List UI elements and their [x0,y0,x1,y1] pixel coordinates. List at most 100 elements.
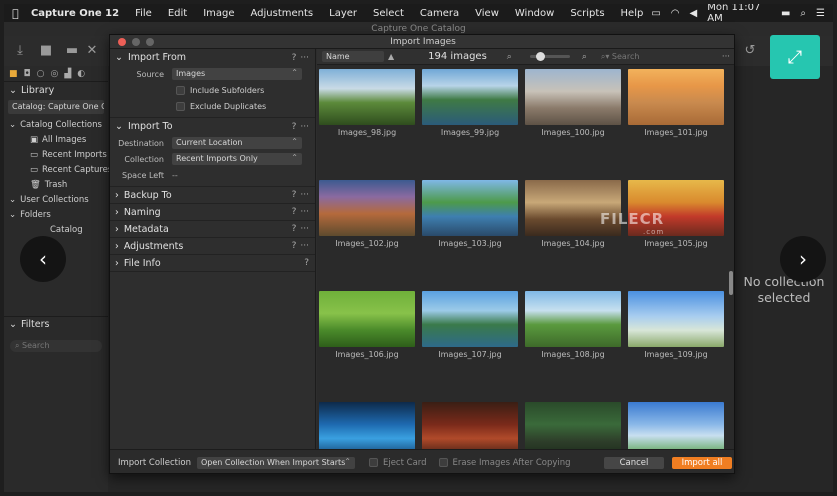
catalog-selector[interactable]: Catalog: Capture One Cat [8,100,104,114]
import-to-header[interactable]: ⌄ Import To ? ··· [110,118,315,135]
more-icon[interactable]: ··· [300,53,309,63]
fullscreen-button[interactable]: ⤢ [770,35,820,79]
help-icon[interactable]: ? [292,241,297,251]
import-all-button[interactable]: Import all [672,457,732,469]
import-collection-select[interactable]: Open Collection When Import Starts [196,456,355,469]
sidebar-item-all-images[interactable]: ▣ All Images [4,132,108,147]
lens-tab-icon[interactable]: ◐ [77,69,85,79]
checkbox-box[interactable] [176,85,185,95]
close-x-icon[interactable]: ✕ [84,43,100,59]
minimize-window-button[interactable] [132,38,140,46]
browser-search-input[interactable]: ⌕▾ Search [601,52,640,62]
more-icon[interactable]: ··· [722,52,730,62]
more-icon[interactable]: ··· [300,224,309,234]
close-window-button[interactable] [118,38,126,46]
help-icon[interactable]: ? [292,122,297,132]
spotlight-icon[interactable]: ⌕ [800,8,806,19]
collection-select[interactable]: Recent Imports Only [172,153,302,165]
previous-arrow-button[interactable]: ‹ [20,236,66,282]
display-icon[interactable]: ▭ [651,8,660,19]
help-icon[interactable]: ? [304,258,309,268]
eject-card-checkbox[interactable] [368,458,378,467]
library-header[interactable]: ⌄ Library [4,82,108,98]
exposure-tab-icon[interactable]: ▟ [64,69,71,79]
folder-tab-icon[interactable]: ■ [9,69,18,79]
image-thumbnail[interactable] [422,180,518,236]
help-icon[interactable]: ? [292,207,297,217]
speaker-icon[interactable]: ◀ [690,8,698,19]
image-thumbnail[interactable] [319,69,415,125]
image-thumbnail[interactable] [525,69,621,125]
image-thumbnail[interactable] [422,402,518,449]
menu-adjustments[interactable]: Adjustments [243,8,322,19]
circle-tab-icon[interactable]: ○ [37,69,45,79]
help-icon[interactable]: ? [292,190,297,200]
menu-scripts[interactable]: Scripts [562,8,612,19]
image-thumbnail[interactable] [319,291,415,347]
next-arrow-button[interactable]: › [780,236,826,282]
more-icon[interactable]: ··· [300,207,309,217]
menu-view[interactable]: View [467,8,507,19]
search-icon[interactable]: ⌕ [507,52,512,62]
image-thumbnail[interactable] [628,402,724,449]
folders-header[interactable]: ⌄ Folders [4,207,108,222]
image-thumbnail[interactable] [422,291,518,347]
menu-app-name[interactable]: Capture One 12 [27,8,127,19]
sort-direction-icon[interactable]: ▲ [388,52,394,61]
file-info-header[interactable]: › File Info ? [110,255,315,272]
source-select[interactable]: Images [172,68,302,80]
image-thumbnail[interactable] [319,402,415,449]
more-icon[interactable]: ··· [300,241,309,251]
help-icon[interactable]: ? [292,53,297,63]
image-thumbnail[interactable] [422,69,518,125]
camera-tab-icon[interactable]: ◘ [24,69,31,79]
menu-edit[interactable]: Edit [160,8,195,19]
import-from-header[interactable]: ⌄ Import From ? ··· [110,49,315,66]
import-icon[interactable]: ⤓ [12,43,28,59]
checkbox-box[interactable] [176,101,185,111]
search-icon[interactable]: ⌕ [582,52,587,62]
more-icon[interactable]: ··· [300,122,309,132]
user-collections-header[interactable]: ⌄ User Collections [4,192,108,207]
menu-window[interactable]: Window [507,8,562,19]
exclude-duplicates-checkbox[interactable]: Exclude Duplicates [110,98,315,114]
menu-image[interactable]: Image [195,8,242,19]
metadata-header[interactable]: › Metadata ? ··· [110,221,315,238]
menu-help[interactable]: Help [613,8,652,19]
camera-icon[interactable]: ■ [38,43,54,59]
color-tab-icon[interactable]: ◎ [51,69,59,79]
folder-catalog[interactable]: Catalog [4,222,108,237]
menu-file[interactable]: File [127,8,160,19]
folder-icon[interactable]: ▬ [64,43,80,59]
scrollbar[interactable] [729,271,733,295]
menu-layer[interactable]: Layer [321,8,365,19]
sidebar-item-recent-captures[interactable]: ▭ Recent Captures [4,162,112,177]
flag-icon[interactable]: ▬ [781,8,790,19]
control-center-icon[interactable]: ☰ [816,8,825,19]
apple-icon[interactable]:  [4,7,27,20]
destination-select[interactable]: Current Location [172,137,302,149]
thumbnail-size-slider[interactable] [529,52,570,61]
sidebar-item-trash[interactable]: 🗑 Trash [4,177,108,192]
image-thumbnail[interactable] [319,180,415,236]
naming-header[interactable]: › Naming ? ··· [110,204,315,221]
adjustments-header[interactable]: › Adjustments ? ··· [110,238,315,255]
more-icon[interactable]: ··· [300,190,309,200]
undo-icon[interactable]: ↺ [742,43,758,59]
zoom-window-button[interactable] [146,38,154,46]
image-thumbnail[interactable] [628,69,724,125]
menu-select[interactable]: Select [365,8,412,19]
help-icon[interactable]: ? [292,224,297,234]
menu-camera[interactable]: Camera [412,8,467,19]
wifi-icon[interactable]: ◠ [671,8,680,19]
backup-to-header[interactable]: › Backup To ? ··· [110,187,315,204]
include-subfolders-checkbox[interactable]: Include Subfolders [110,82,315,98]
sidebar-item-recent-imports[interactable]: ▭ Recent Imports [4,147,108,162]
erase-images-checkbox[interactable] [438,458,448,467]
sort-select[interactable]: Name [322,51,384,62]
filters-search-input[interactable]: ⌕ Search [10,340,102,352]
cancel-button[interactable]: Cancel [604,457,664,469]
filters-header[interactable]: ⌄ Filters [4,316,108,332]
image-thumbnail[interactable] [628,291,724,347]
catalog-collections-header[interactable]: ⌄ Catalog Collections [4,117,108,132]
